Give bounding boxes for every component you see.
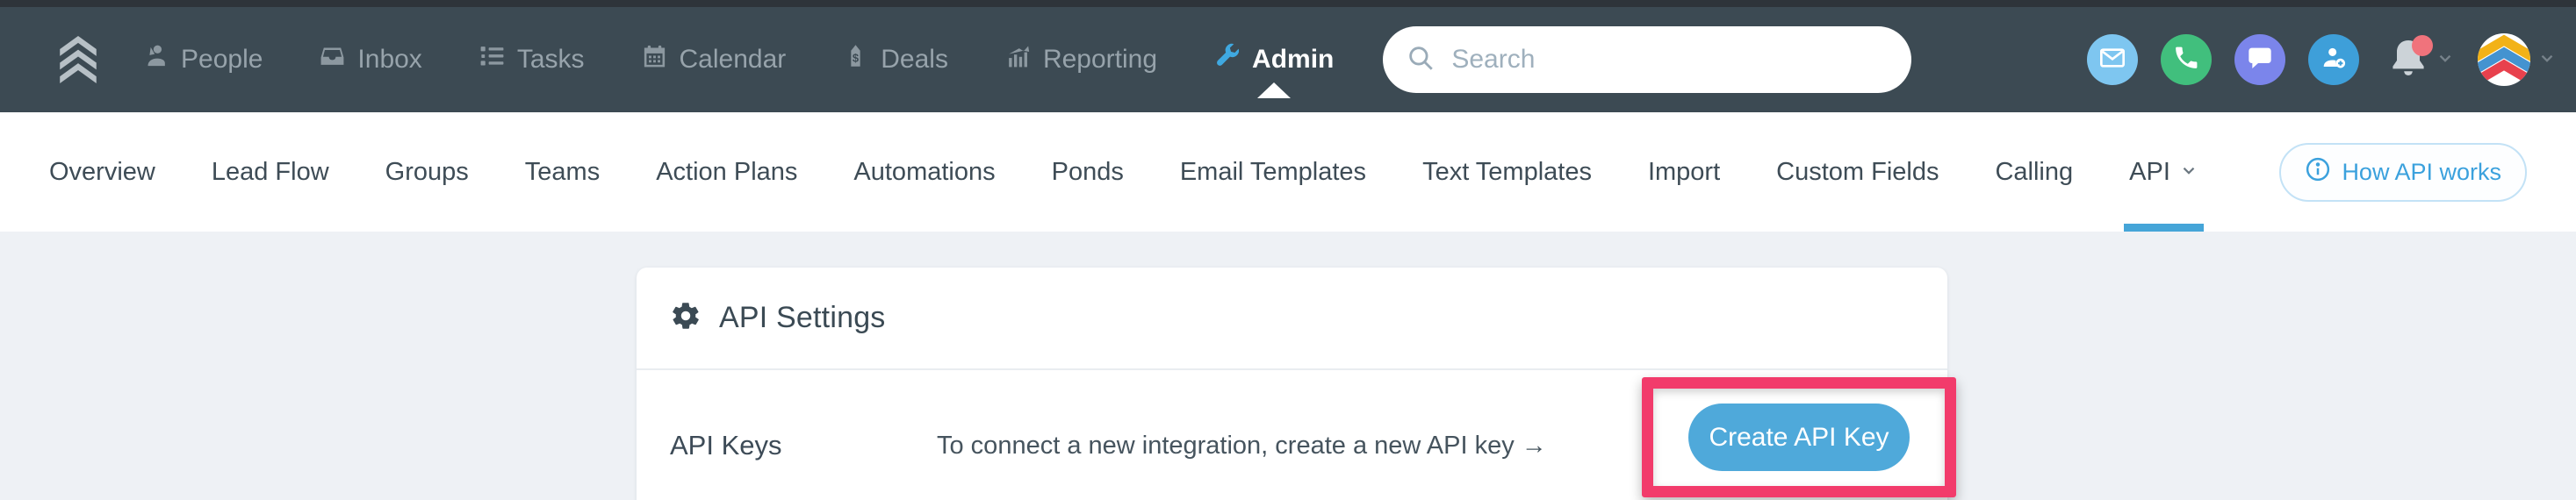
- tab-label: Ponds: [1052, 158, 1124, 187]
- tab-import[interactable]: Import: [1648, 112, 1720, 232]
- tab-label: Lead Flow: [212, 158, 329, 187]
- account-menu-button[interactable]: [2478, 33, 2557, 86]
- nav-item-calendar[interactable]: Calendar: [641, 42, 787, 77]
- chevron-down-icon: [2436, 48, 2455, 72]
- tab-custom-fields[interactable]: Custom Fields: [1776, 112, 1939, 232]
- reporting-chart-icon: [1004, 42, 1032, 77]
- info-icon: [2305, 156, 2331, 189]
- tasks-icon: [479, 42, 506, 77]
- notification-unread-dot: [2412, 35, 2433, 56]
- person-add-icon: [2320, 44, 2348, 76]
- nav-item-label: Calendar: [680, 44, 787, 75]
- nav-item-label: People: [181, 44, 263, 75]
- nav-item-reporting[interactable]: Reporting: [1004, 42, 1157, 77]
- nav-item-deals[interactable]: $ Deals: [842, 42, 948, 77]
- tab-label: Email Templates: [1180, 158, 1366, 187]
- global-search[interactable]: [1383, 26, 1911, 93]
- deals-tag-icon: $: [842, 42, 869, 77]
- tab-email-templates[interactable]: Email Templates: [1180, 112, 1366, 232]
- search-icon: [1406, 43, 1436, 77]
- api-keys-description: To connect a new integration, create a n…: [937, 432, 1547, 461]
- nav-item-label: Inbox: [357, 44, 421, 75]
- admin-wrench-icon: [1213, 42, 1241, 77]
- call-action-button[interactable]: [2161, 34, 2212, 85]
- top-nav-actions: [2087, 33, 2557, 86]
- nav-item-label: Deals: [881, 44, 948, 75]
- tab-label: Teams: [525, 158, 600, 187]
- email-action-button[interactable]: [2087, 34, 2138, 85]
- top-navigation-bar: People Inbox Tasks Calendar: [0, 7, 2576, 112]
- brand-logo[interactable]: [54, 36, 102, 83]
- tab-label: Calling: [1995, 158, 2073, 187]
- inbox-icon: [319, 42, 346, 77]
- bell-icon: [2387, 71, 2429, 86]
- tab-label: Automations: [853, 158, 995, 187]
- tab-teams[interactable]: Teams: [525, 112, 600, 232]
- tab-label: Import: [1648, 158, 1720, 187]
- nav-item-inbox[interactable]: Inbox: [319, 42, 421, 77]
- tab-ponds[interactable]: Ponds: [1052, 112, 1124, 232]
- nav-item-label: Tasks: [517, 44, 585, 75]
- tab-lead-flow[interactable]: Lead Flow: [212, 112, 329, 232]
- api-settings-card-header: API Settings: [637, 268, 1947, 370]
- tab-api[interactable]: API: [2129, 112, 2198, 232]
- admin-api-content: API Settings API Keys To connect a new i…: [0, 232, 2576, 500]
- envelope-icon: [2098, 44, 2126, 76]
- admin-sub-navigation: Overview Lead Flow Groups Teams Action P…: [0, 112, 2576, 232]
- admin-tabs: Overview Lead Flow Groups Teams Action P…: [49, 112, 2198, 232]
- highlight-annotation-box: Create API Key: [1642, 377, 1956, 497]
- chevron-down-icon: [2537, 48, 2557, 72]
- nav-item-people[interactable]: People: [142, 42, 263, 77]
- tab-text-templates[interactable]: Text Templates: [1422, 112, 1592, 232]
- top-nav-items: People Inbox Tasks Calendar: [142, 42, 1334, 77]
- how-api-works-button[interactable]: How API works: [2279, 143, 2527, 202]
- search-input[interactable]: [1450, 44, 1889, 75]
- tab-label: Groups: [385, 158, 469, 187]
- tab-label: Text Templates: [1422, 158, 1592, 187]
- active-section-pointer: [1257, 82, 1291, 98]
- tab-groups[interactable]: Groups: [385, 112, 469, 232]
- calendar-icon: [641, 42, 668, 77]
- chevron-down-icon: [2179, 157, 2198, 187]
- chat-bubble-icon: [2246, 44, 2274, 76]
- nav-item-admin[interactable]: Admin: [1213, 42, 1334, 77]
- tab-label: API: [2129, 158, 2170, 187]
- tab-overview[interactable]: Overview: [49, 112, 155, 232]
- notifications-button[interactable]: [2387, 37, 2455, 82]
- tab-label: Custom Fields: [1776, 158, 1939, 187]
- tab-automations[interactable]: Automations: [853, 112, 995, 232]
- window-top-strip: [0, 0, 2576, 7]
- gear-icon: [670, 300, 702, 336]
- brand-chevrons-logo-icon: [54, 36, 102, 83]
- account-avatar: [2478, 33, 2530, 86]
- nav-item-tasks[interactable]: Tasks: [479, 42, 585, 77]
- tab-label: Action Plans: [656, 158, 797, 187]
- tab-calling[interactable]: Calling: [1995, 112, 2073, 232]
- api-keys-label: API Keys: [670, 430, 937, 461]
- card-title: API Settings: [719, 301, 886, 335]
- tab-label: Overview: [49, 158, 155, 187]
- nav-item-label: Reporting: [1043, 44, 1157, 75]
- create-api-key-button[interactable]: Create API Key: [1688, 404, 1910, 471]
- tab-action-plans[interactable]: Action Plans: [656, 112, 797, 232]
- add-lead-action-button[interactable]: [2308, 34, 2359, 85]
- phone-icon: [2172, 44, 2200, 76]
- people-icon: [142, 42, 169, 77]
- svg-text:$: $: [853, 52, 859, 65]
- help-pill-label: How API works: [2342, 159, 2501, 186]
- nav-item-label: Admin: [1252, 44, 1334, 75]
- text-message-action-button[interactable]: [2234, 34, 2285, 85]
